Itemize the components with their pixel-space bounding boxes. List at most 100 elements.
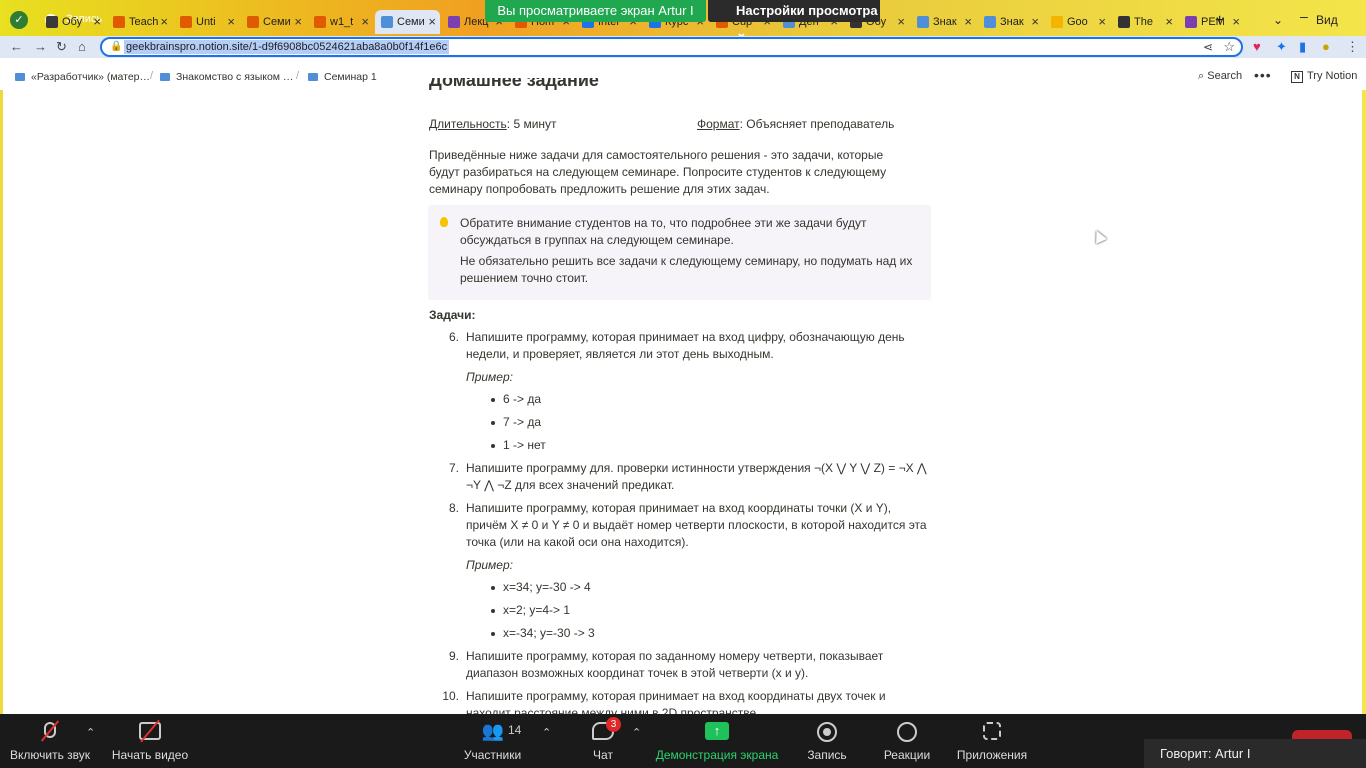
- bullet-dot: [491, 398, 495, 402]
- breadcrumb-2[interactable]: Знакомство с языком …: [160, 71, 293, 83]
- share-screen-icon: ↑: [705, 722, 729, 740]
- tab-close-icon[interactable]: ×: [361, 14, 369, 29]
- browser-tab[interactable]: РЕМ ×: [1179, 10, 1244, 34]
- tab-close-icon[interactable]: ×: [1165, 14, 1173, 29]
- tab-favicon-icon: [113, 16, 125, 28]
- browser-tab[interactable]: Goo ×: [1045, 10, 1110, 34]
- tab-title: Unti: [196, 16, 216, 28]
- browser-tab[interactable]: Обу ×: [40, 10, 105, 34]
- share-banner: Вы просматриваете экран Artur I: [485, 0, 706, 22]
- url-text[interactable]: geekbrainspro.notion.site/1-d9f6908bc052…: [124, 40, 450, 54]
- tab-title: The: [1134, 16, 1153, 28]
- tab-favicon-icon: [180, 16, 192, 28]
- example-label: Пример:: [466, 558, 513, 572]
- extensions-icon[interactable]: ✦: [1276, 39, 1287, 55]
- bullet-dot: [491, 632, 495, 636]
- format-value: : Объясняет преподаватель: [739, 117, 895, 131]
- section-heading: Домашнее задание: [429, 78, 599, 90]
- view-settings-label: Настройки просмотра: [736, 3, 878, 18]
- tab-close-icon[interactable]: ×: [1232, 14, 1240, 29]
- example-label: Пример:: [466, 370, 513, 384]
- profile-icon[interactable]: ●: [1322, 39, 1330, 54]
- home-icon[interactable]: ⌂: [78, 39, 86, 54]
- tab-favicon-icon: [247, 16, 259, 28]
- notion-topbar: «Разработчик» (матер… / Знакомство с язы…: [0, 58, 1366, 90]
- sidebar-icon[interactable]: ▮: [1299, 39, 1306, 55]
- tab-close-icon[interactable]: ×: [294, 14, 302, 29]
- back-icon[interactable]: ←: [10, 39, 23, 54]
- notion-logo-icon: N: [1291, 71, 1303, 83]
- start-video-button[interactable]: Начать видео: [104, 714, 196, 768]
- tab-close-icon[interactable]: ×: [1098, 14, 1106, 29]
- bullet-dot: [491, 586, 495, 590]
- try-notion-button[interactable]: N Try Notion: [1291, 70, 1357, 83]
- browser-tab[interactable]: Unti ×: [174, 10, 239, 34]
- view-menu[interactable]: Вид: [1316, 13, 1338, 27]
- bullet-dot: [491, 444, 495, 448]
- mouse-cursor-icon: [1091, 228, 1107, 244]
- tab-favicon-icon: [1185, 16, 1197, 28]
- task-text: Напишите программу, которая принимает на…: [466, 501, 927, 549]
- browser-tab[interactable]: Знак ×: [978, 10, 1043, 34]
- breadcrumb-3[interactable]: Семинар 1: [308, 71, 377, 83]
- start-video-label: Начать видео: [111, 748, 189, 762]
- task-number: 8.: [448, 501, 459, 515]
- share-icon[interactable]: ⋖: [1203, 40, 1213, 54]
- browser-tab[interactable]: The ×: [1112, 10, 1177, 34]
- unmute-button[interactable]: Включить звук: [0, 714, 100, 768]
- format-property: Формат: Объясняет преподаватель: [697, 117, 894, 131]
- browser-tab[interactable]: Семи ×: [241, 10, 306, 34]
- apps-label: Приложения: [956, 748, 1028, 762]
- tab-close-icon[interactable]: ×: [897, 14, 905, 29]
- tab-favicon-icon: [1051, 16, 1063, 28]
- reload-icon[interactable]: ↻: [56, 39, 67, 55]
- bookmark-star-icon[interactable]: ☆: [1223, 39, 1235, 55]
- tab-title: Семи: [263, 16, 291, 28]
- breadcrumb-separator: /: [296, 70, 300, 82]
- reactions-button[interactable]: Реакции: [876, 714, 938, 768]
- browser-tab[interactable]: Семи ×: [375, 10, 440, 34]
- shield-icon[interactable]: ✓: [10, 11, 28, 29]
- tab-close-icon[interactable]: ×: [1031, 14, 1039, 29]
- menu-icon[interactable]: ⋮: [1346, 39, 1359, 55]
- browser-tab[interactable]: Знак ×: [911, 10, 976, 34]
- apps-icon: [983, 722, 1001, 740]
- apps-button[interactable]: Приложения: [950, 714, 1034, 768]
- tab-title: w1_t: [330, 16, 354, 28]
- search-button[interactable]: ⌕ Search: [1198, 70, 1242, 83]
- tab-title: Teach: [129, 16, 159, 28]
- minimize-icon[interactable]: –: [1300, 8, 1308, 24]
- new-tab-button[interactable]: +: [1215, 12, 1224, 30]
- task-number: 6.: [448, 330, 459, 344]
- tab-search-icon[interactable]: ⌄: [1273, 13, 1283, 27]
- forward-icon[interactable]: →: [34, 39, 47, 54]
- browser-tab[interactable]: Teach ×: [107, 10, 172, 34]
- example-item: 7 -> да: [503, 415, 542, 429]
- audio-options-chevron-icon[interactable]: ⌃: [86, 726, 95, 739]
- tab-close-icon[interactable]: ×: [964, 14, 972, 29]
- callout-text-1: Обратите внимание студентов на то, что п…: [460, 216, 867, 247]
- tab-title: Обу: [62, 16, 83, 28]
- callout-text-2: Не обязательно решить все задачи к следу…: [460, 254, 913, 285]
- view-settings-button[interactable]: Настройки просмотра ⌄: [708, 0, 880, 40]
- address-bar[interactable]: 🔒 geekbrainspro.notion.site/1-d9f6908bc0…: [100, 37, 1243, 57]
- tab-close-icon[interactable]: ×: [93, 14, 101, 29]
- task-text: Напишите программу для. проверки истинно…: [466, 461, 927, 492]
- browser-tab[interactable]: w1_t ×: [308, 10, 373, 34]
- chat-chevron-icon[interactable]: ⌃: [632, 726, 641, 739]
- tab-close-icon[interactable]: ×: [227, 14, 235, 29]
- tab-favicon-icon: [46, 16, 58, 28]
- tab-close-icon[interactable]: ×: [160, 14, 168, 29]
- share-screen-button[interactable]: ↑ Демонстрация экрана: [652, 714, 782, 768]
- more-options-icon[interactable]: •••: [1254, 67, 1272, 83]
- breadcrumb-1[interactable]: «Разработчик» (матер…: [15, 71, 150, 83]
- task-text: Напишите программу, которая по заданному…: [466, 649, 884, 680]
- reactions-smiley-icon: [897, 722, 917, 742]
- record-button[interactable]: Запись: [800, 714, 854, 768]
- breadcrumb-label: Знакомство с языком …: [176, 71, 294, 83]
- scrollbar[interactable]: [1362, 90, 1366, 714]
- tab-close-icon[interactable]: ×: [428, 14, 436, 29]
- pocket-icon[interactable]: ♥: [1253, 39, 1261, 54]
- browser-toolbar: ← → ↻ ⌂ 🔒 geekbrainspro.notion.site/1-d9…: [0, 36, 1366, 58]
- participants-chevron-icon[interactable]: ⌃: [542, 726, 551, 739]
